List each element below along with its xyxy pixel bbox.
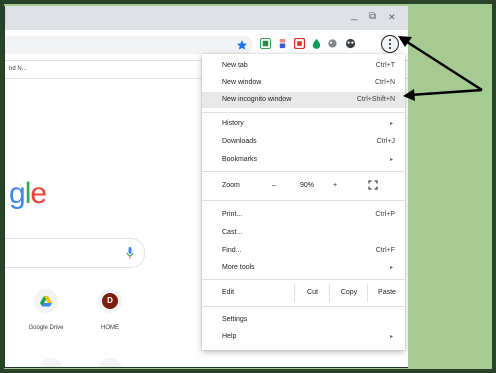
annotation-arrows xyxy=(398,36,483,101)
arrow-head-icon xyxy=(403,89,415,101)
arrow-to-menu-button xyxy=(403,38,483,92)
arrow-head-icon xyxy=(398,36,412,47)
arrow-to-incognito-item xyxy=(409,88,483,97)
